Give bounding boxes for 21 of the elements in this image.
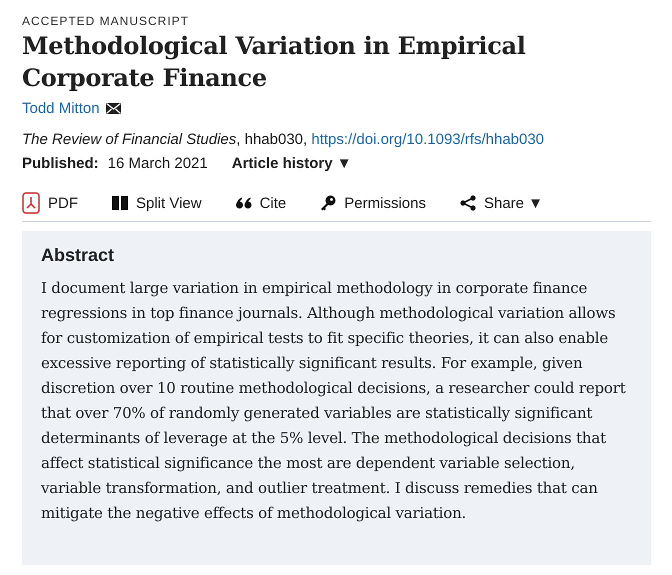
quote-icon bbox=[236, 197, 252, 209]
article-label: ACCEPTED MANUSCRIPT bbox=[22, 14, 190, 28]
cite-button[interactable]: Cite bbox=[236, 194, 286, 212]
published-date: 16 March 2021 bbox=[108, 155, 208, 172]
permissions-button[interactable]: Permissions bbox=[320, 194, 426, 212]
pdf-button[interactable]: PDF bbox=[22, 192, 78, 214]
split-view-icon bbox=[112, 196, 128, 210]
author-link[interactable]: Todd Mitton bbox=[22, 100, 100, 117]
published-label: Published: bbox=[22, 155, 99, 172]
abstract-text: I document large variation in empirical methodology in corporate finance regressions in top finance journals. Although methodological variation allows for customization of empirical tests to fit specific theories, it can also enable excessive reporting of statistically significant results. For example, given discretion over 10 routine methodological decisions, a researcher could report that over 70% of randomly generated variables are statistically significant determinants of leverage at the 5% level. The methodological decisions that affect statistical significance the most are dependent variable selection, variable transformation, and outlier treatment. I discuss remedies that can mitigate the negative effects of methodological variation. bbox=[41, 278, 627, 524]
key-icon bbox=[320, 195, 336, 211]
article-history-button[interactable]: Article history ▼ bbox=[232, 155, 352, 172]
abstract-heading: Abstract bbox=[41, 245, 116, 266]
share-button[interactable]: Share ▼ bbox=[460, 194, 544, 212]
citation-line: The Review of Financial Studies, hhab030, https://doi.org/10.1093/rfs/hhab030 bbox=[22, 131, 544, 148]
share-icon bbox=[460, 195, 476, 211]
doi-link[interactable]: https://doi.org/10.1093/rfs/hhab030 bbox=[311, 131, 544, 148]
article-title: Methodological Variation in Empirical Corporate Finance bbox=[22, 30, 527, 94]
envelope-icon[interactable] bbox=[106, 103, 121, 114]
pdf-icon bbox=[22, 192, 40, 214]
split-view-button[interactable]: Split View bbox=[112, 194, 202, 212]
